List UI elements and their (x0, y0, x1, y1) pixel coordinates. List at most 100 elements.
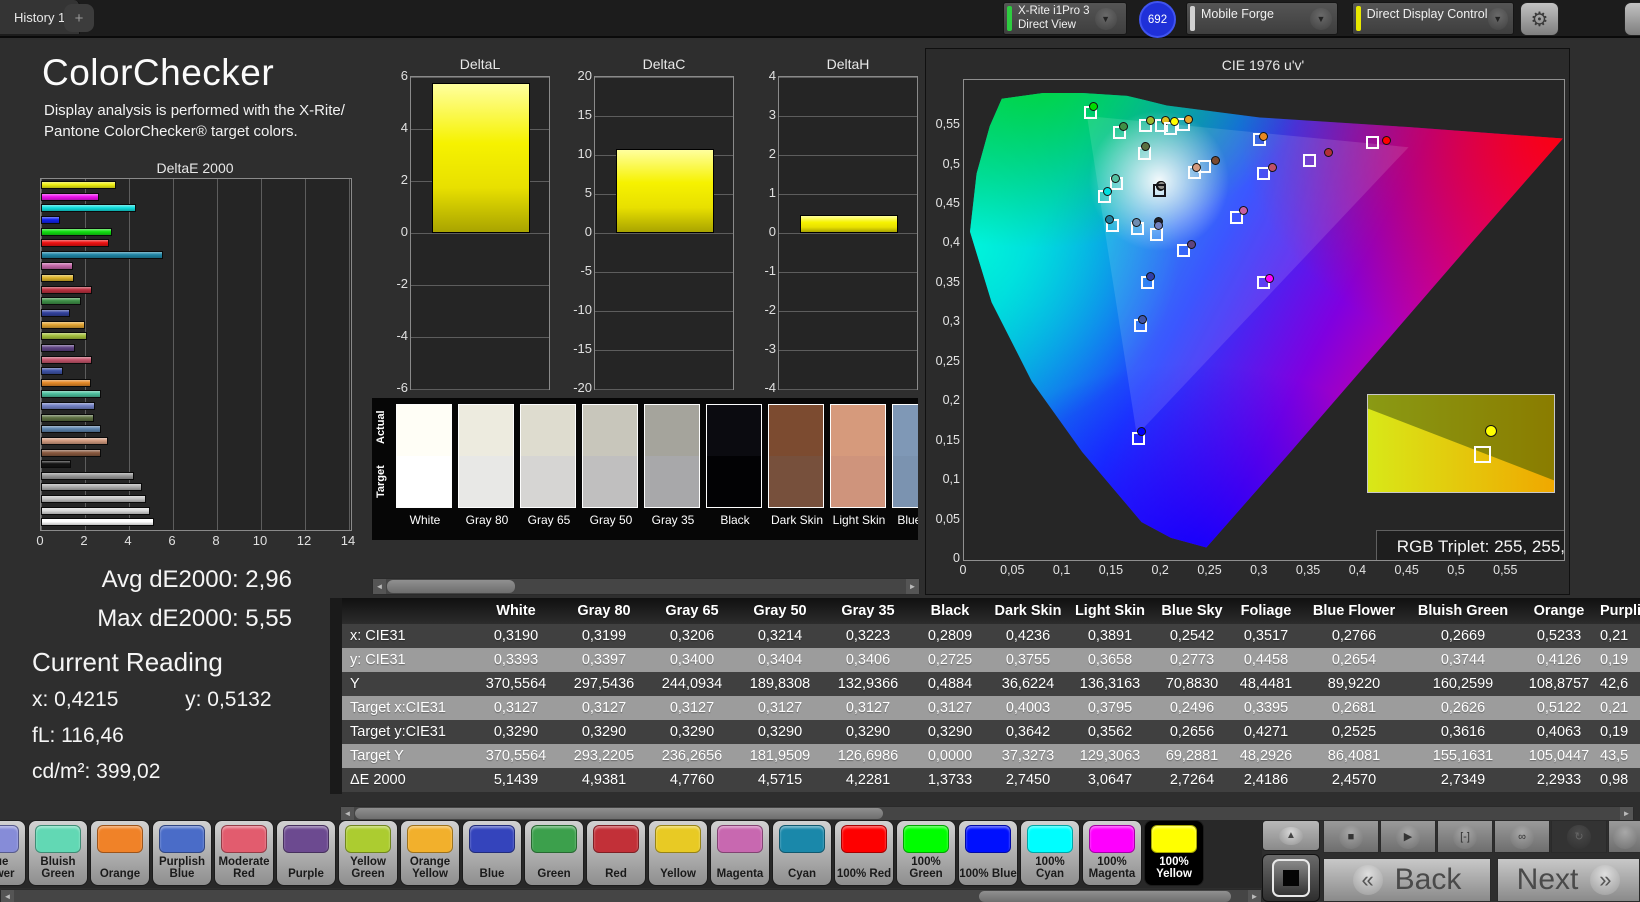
stop-display-button[interactable] (1262, 854, 1320, 902)
y-tick-label: 0 (374, 224, 408, 239)
y-tick-label: 3 (742, 107, 776, 122)
cell: 1,3733 (912, 772, 988, 788)
patch-button-100-magenta[interactable]: 100% Magenta (1082, 820, 1142, 886)
patch-button-yellow[interactable]: Yellow (648, 820, 708, 886)
cell: 0,2542 (1152, 628, 1232, 644)
delta-bar (432, 83, 531, 233)
table-scrollbar[interactable]: ◄ ► (340, 806, 1634, 821)
patch-button-blue-flower[interactable]: Blue Flower (0, 820, 26, 886)
partial-edge-button[interactable] (1624, 2, 1640, 36)
swatch-label: Gray 65 (520, 513, 578, 527)
deltal-plot (410, 76, 550, 390)
add-tab-button[interactable]: + (64, 4, 94, 32)
scroll-left-icon[interactable]: ◄ (373, 579, 386, 594)
x-tick-label: 8 (212, 533, 219, 548)
swatch-label: Dark Skin (768, 513, 826, 527)
patch-swatch (345, 825, 391, 853)
display-control-dropdown[interactable]: Direct Display Control ▼ (1352, 2, 1514, 35)
scrollbar-thumb[interactable] (979, 891, 1231, 902)
cell: 0,3517 (1232, 628, 1300, 644)
refresh-button[interactable]: ↻ (1551, 820, 1607, 853)
target-marker-red (1303, 154, 1316, 167)
circle-icon (1613, 825, 1637, 849)
patch-label: Moderate Red (215, 853, 273, 885)
y-tick-label: -20 (558, 380, 592, 395)
patch-button-red[interactable]: Red (586, 820, 646, 886)
scroll-right-icon[interactable]: ► (1248, 890, 1261, 902)
patch-button-purple[interactable]: Purple (276, 820, 336, 886)
patch-button-100-red[interactable]: 100% Red (834, 820, 894, 886)
scrollbar-thumb[interactable] (387, 580, 515, 593)
collapse-panel-button[interactable]: ▲ (1262, 820, 1320, 851)
display-control-label: Direct Display Control (1367, 7, 1488, 21)
gridline (595, 311, 733, 312)
bar-100-yellow (41, 181, 116, 189)
patch-button-purplish-blue[interactable]: Purplish Blue (152, 820, 212, 886)
scroll-left-icon[interactable]: ◄ (341, 807, 354, 820)
swatch-strip-scrollbar[interactable]: ◄ ► (372, 578, 920, 595)
patch-swatch (841, 825, 887, 853)
cell: 297,5436 (560, 676, 648, 692)
cell: 70,8830 (1152, 676, 1232, 692)
cell: 236,2656 (648, 748, 736, 764)
patch-label: 100% Magenta (1083, 853, 1141, 885)
x-tick-label: 0,2 (1151, 563, 1168, 577)
cell: 0,2626 (1408, 700, 1518, 716)
patch-button-orange[interactable]: Orange (90, 820, 150, 886)
fl-reading: fL: 116,46 (32, 724, 320, 748)
cell: 0,2669 (1408, 628, 1518, 644)
scroll-right-icon[interactable]: ► (1620, 807, 1633, 820)
target-row-label: Target (375, 478, 387, 498)
y-tick-label: -4 (374, 328, 408, 343)
pattern-button[interactable]: [-] (1437, 820, 1493, 853)
patch-button-100-yellow[interactable]: 100% Yellow (1144, 820, 1204, 886)
scroll-right-icon[interactable]: ► (906, 579, 919, 594)
back-label: Back (1395, 863, 1462, 897)
meter-dropdown[interactable]: X-Rite i1Pro 3 Direct View ▼ (1003, 2, 1127, 35)
y-tick-label: -10 (558, 302, 592, 317)
target-swatch (458, 456, 514, 508)
pattern-source-dropdown[interactable]: Mobile Forge ▼ (1186, 2, 1338, 35)
next-button[interactable]: Next » (1497, 858, 1640, 902)
actual-marker-moderate-red (1268, 163, 1277, 172)
stop-button[interactable]: ■ (1323, 820, 1379, 853)
cell: 69,2881 (1152, 748, 1232, 764)
loop-button[interactable]: ∞ (1494, 820, 1550, 853)
patch-button-magenta[interactable]: Magenta (710, 820, 770, 886)
patch-button-blue[interactable]: Blue (462, 820, 522, 886)
gridline (349, 179, 350, 530)
y-tick-label: 4 (742, 68, 776, 83)
patch-button-bluish-green[interactable]: Bluish Green (28, 820, 88, 886)
actual-marker-purple (1187, 240, 1196, 249)
scroll-left-icon[interactable]: ◄ (1, 890, 14, 902)
cell: 43,5 (1600, 748, 1640, 764)
scrollbar-thumb[interactable] (355, 808, 883, 819)
partial-transport-button[interactable] (1608, 820, 1640, 853)
gridline (779, 311, 917, 312)
cell: 0,3190 (472, 628, 560, 644)
y-tick-label: 15 (558, 107, 592, 122)
patch-button-orange-yellow[interactable]: Orange Yellow (400, 820, 460, 886)
cell: 4,5715 (736, 772, 824, 788)
inset-target-square (1474, 446, 1491, 463)
patch-button-100-blue[interactable]: 100% Blue (958, 820, 1018, 886)
y-tick-label: -5 (558, 263, 592, 278)
gridline (595, 233, 733, 234)
patch-button-cyan[interactable]: Cyan (772, 820, 832, 886)
actual-row-label: Actual (375, 424, 387, 444)
play-button[interactable]: ▶ (1380, 820, 1436, 853)
column-header: Orange (1518, 603, 1600, 619)
target-swatch (892, 456, 918, 508)
target-swatch (706, 456, 762, 508)
patch-button-green[interactable]: Green (524, 820, 584, 886)
back-button[interactable]: « Back (1323, 858, 1491, 902)
patch-button-100-green[interactable]: 100% Green (896, 820, 956, 886)
patch-label: 100% Blue (959, 853, 1017, 885)
patch-button-yellow-green[interactable]: Yellow Green (338, 820, 398, 886)
patch-strip-scrollbar[interactable]: ◄ ► (0, 889, 1262, 902)
column-header: White (472, 603, 560, 619)
settings-button[interactable]: ⚙ (1520, 2, 1559, 36)
patch-button-100-cyan[interactable]: 100% Cyan (1020, 820, 1080, 886)
x-tick-label: 14 (341, 533, 355, 548)
patch-button-moderate-red[interactable]: Moderate Red (214, 820, 274, 886)
